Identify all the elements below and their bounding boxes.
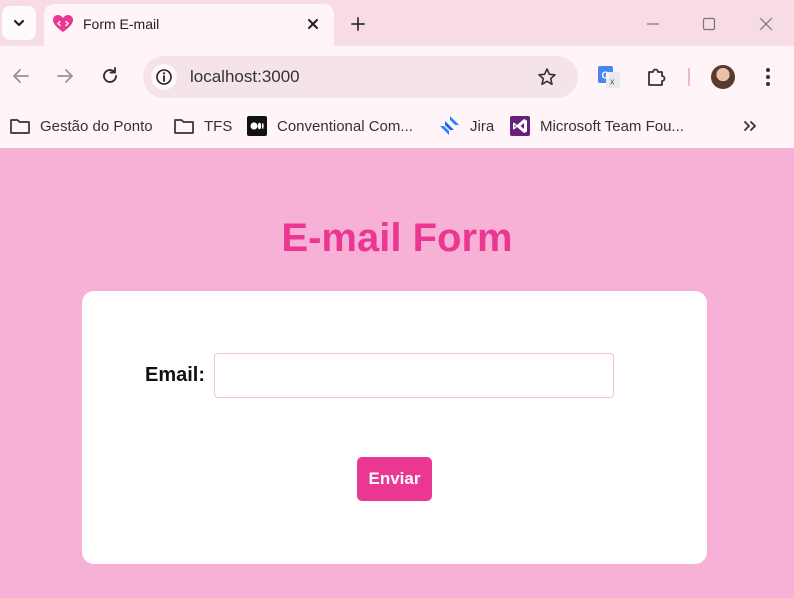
bookmark-label: TFS — [204, 117, 233, 135]
back-button[interactable] — [9, 64, 33, 88]
bookmark-star-button[interactable] — [536, 66, 558, 88]
bookmark-label: Microsoft Team Fou... — [540, 117, 684, 135]
extensions-button[interactable] — [643, 64, 669, 90]
minimize-button[interactable] — [641, 12, 665, 36]
browser-menu-button[interactable] — [755, 64, 781, 90]
maximize-button[interactable] — [697, 12, 721, 36]
bookmark-gestao-do-ponto[interactable]: Gestão do Ponto — [9, 114, 153, 138]
heart-code-icon — [53, 15, 73, 32]
google-translate-icon: G x — [598, 66, 620, 88]
bookmark-label: Gestão do Ponto — [40, 117, 153, 135]
site-info-button[interactable] — [151, 64, 177, 90]
toolbar-divider — [688, 68, 690, 86]
close-window-button[interactable] — [754, 12, 778, 36]
avatar[interactable] — [711, 65, 735, 89]
visual-studio-icon — [509, 115, 531, 137]
address-bar[interactable]: localhost:3000 — [143, 56, 578, 98]
tab-strip: Form E-mail — [0, 0, 794, 46]
medium-icon — [246, 115, 268, 137]
kebab-menu-icon — [766, 68, 770, 86]
email-input[interactable] — [214, 353, 614, 398]
bookmark-jira[interactable]: Jira — [439, 114, 494, 138]
close-icon — [759, 17, 773, 31]
more-bookmarks-button[interactable] — [738, 114, 762, 138]
folder-icon — [173, 115, 195, 137]
bookmark-tfs[interactable]: TFS — [173, 114, 232, 138]
url-text: localhost:3000 — [190, 67, 300, 86]
page-content: E-mail Form Email: Enviar — [0, 148, 794, 598]
svg-text:G: G — [602, 71, 610, 82]
close-icon — [308, 19, 318, 29]
svg-text:x: x — [610, 77, 615, 87]
info-icon — [156, 69, 172, 85]
puzzle-icon — [648, 68, 666, 86]
tab-title: Form E-mail — [83, 16, 160, 32]
email-label: Email: — [145, 364, 206, 386]
browser-toolbar: localhost:3000 G x — [0, 46, 794, 106]
tab-search-button[interactable] — [2, 6, 36, 40]
email-form-card: Email: Enviar — [82, 291, 707, 564]
star-icon — [538, 68, 556, 86]
bookmark-label: Jira — [470, 117, 495, 135]
forward-button[interactable] — [53, 64, 77, 88]
submit-button[interactable]: Enviar — [357, 457, 432, 501]
plus-icon — [351, 17, 365, 31]
reload-button[interactable] — [98, 64, 122, 88]
translate-button[interactable]: G x — [596, 64, 622, 90]
minimize-icon — [647, 23, 659, 25]
forward-arrow-icon — [57, 69, 73, 83]
back-arrow-icon — [13, 69, 29, 83]
double-chevron-icon — [744, 121, 756, 131]
close-tab-button[interactable] — [302, 13, 324, 35]
folder-icon — [9, 115, 31, 137]
page-title: E-mail Form — [281, 216, 513, 260]
bookmark-label: Conventional Com... — [277, 117, 413, 135]
reload-icon — [103, 67, 117, 83]
chevron-down-icon — [13, 19, 25, 27]
active-tab[interactable]: Form E-mail — [44, 4, 334, 46]
bookmark-microsoft-team-foundation[interactable]: Microsoft Team Fou... — [509, 114, 684, 138]
bookmark-conventional-commits[interactable]: Conventional Com... — [246, 114, 413, 138]
maximize-icon — [702, 17, 716, 31]
bookmarks-bar: Gestão do Ponto TFS Conventional Com... … — [0, 106, 794, 148]
jira-icon — [439, 115, 461, 137]
new-tab-button[interactable] — [346, 12, 370, 36]
